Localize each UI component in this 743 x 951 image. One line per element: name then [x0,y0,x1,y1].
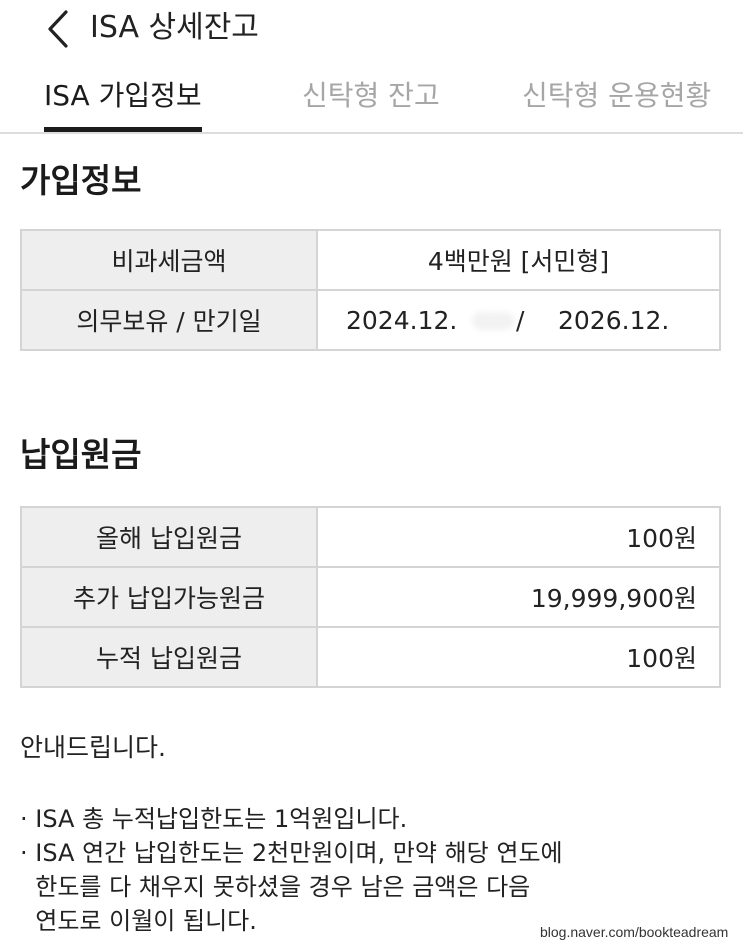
table-row: 올해 납입원금 100원 [20,506,721,568]
cumulative-paid-label: 누적 납입원금 [20,626,318,688]
this-year-paid-value: 100원 [316,506,721,568]
notice-line: · ISA 총 누적납입한도는 1억원입니다. [20,805,408,833]
chevron-left-icon [48,10,68,48]
payment-table: 올해 납입원금 100원 추가 납입가능원금 19,999,900원 누적 납입… [20,506,721,688]
holding-start-date: 2024.12. [346,306,458,335]
page-title: ISA 상세잔고 [90,10,259,45]
active-tab-indicator [44,127,202,132]
app-header: ISA 상세잔고 [0,0,743,56]
redacted-mark [472,312,514,330]
notice-line: · ISA 연간 납입한도는 2천만원이며, 만약 해당 연도에 [20,839,563,867]
tab-isa-subscription-info[interactable]: ISA 가입정보 [44,76,202,116]
holding-maturity-label: 의무보유 / 만기일 [20,289,318,351]
table-row: 추가 납입가능원금 19,999,900원 [20,566,721,628]
subscription-table: 비과세금액 4백만원 [서민형] 의무보유 / 만기일 2024.12. / 2… [20,229,721,351]
additional-payable-label: 추가 납입가능원금 [20,566,318,628]
blog-watermark: blog.naver.com/bookteadream [540,924,729,940]
tab-trust-balance[interactable]: 신탁형 잔고 [302,76,440,116]
cumulative-paid-value: 100원 [316,626,721,688]
tab-bar: ISA 가입정보 신탁형 잔고 신탁형 운용현황 [0,62,743,134]
payment-section-title: 납입원금 [20,435,142,474]
tab-trust-operation-status[interactable]: 신탁형 운용현황 [522,76,711,116]
maturity-date: 2026.12. [558,306,670,335]
tax-free-amount-value: 4백만원 [서민형] [316,229,721,291]
this-year-paid-label: 올해 납입원금 [20,506,318,568]
notice-line: 한도를 다 채우지 못하셨을 경우 남은 금액은 다음 [20,873,531,901]
notice-line: 연도로 이월이 됩니다. [20,907,257,935]
additional-payable-value: 19,999,900원 [316,566,721,628]
notice-title: 안내드립니다. [20,733,166,762]
table-row: 비과세금액 4백만원 [서민형] [20,229,721,291]
tax-free-amount-label: 비과세금액 [20,229,318,291]
table-row: 의무보유 / 만기일 2024.12. / 2026.12. [20,289,721,351]
table-row: 누적 납입원금 100원 [20,626,721,688]
back-button[interactable] [42,8,76,50]
subscription-section-title: 가입정보 [20,161,142,200]
holding-maturity-value: 2024.12. / 2026.12. [316,289,721,351]
date-separator: / [516,306,525,335]
